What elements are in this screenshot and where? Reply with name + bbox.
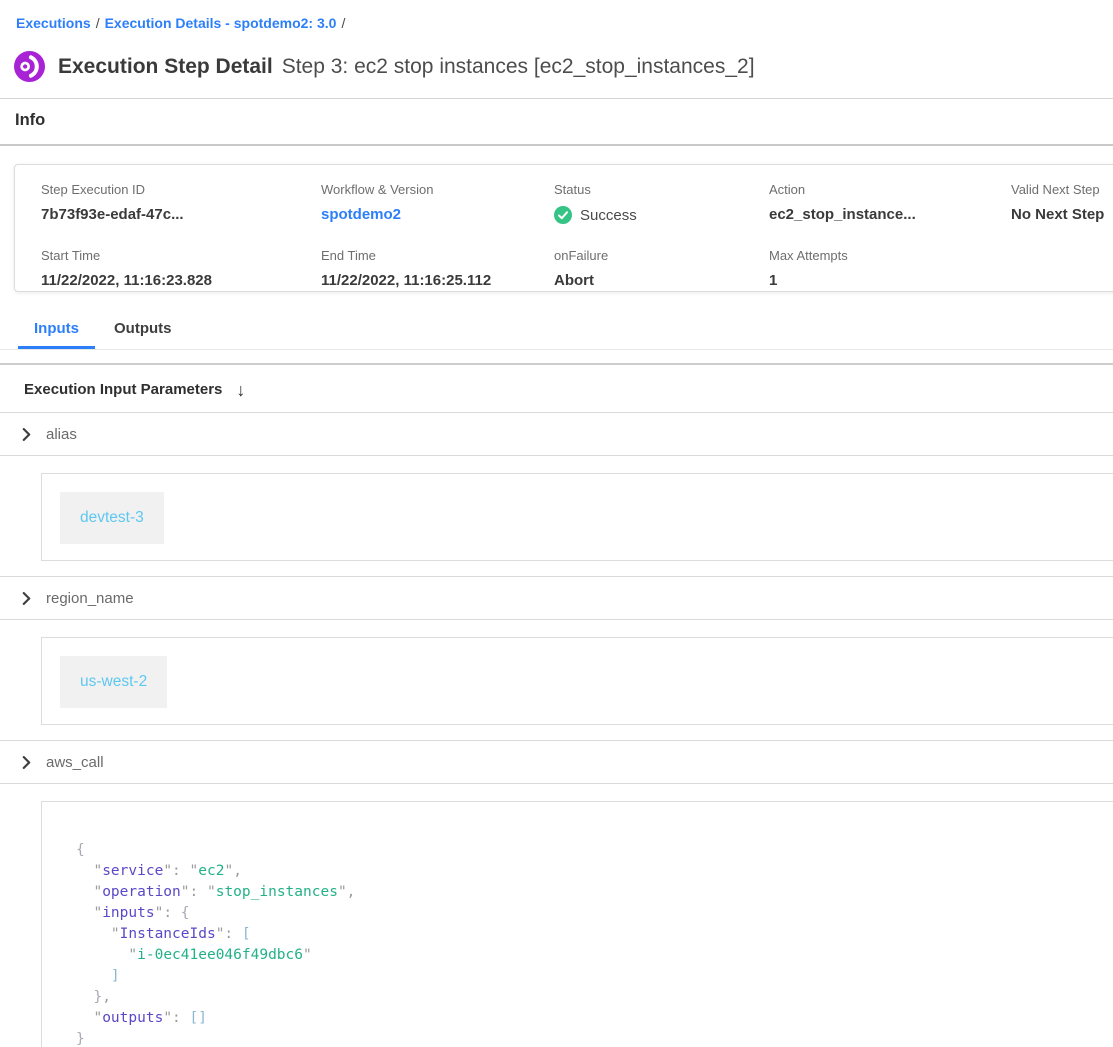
execution-step-detail-page: Executions/Execution Details - spotdemo2… (0, 0, 1113, 1047)
field-label: Action (769, 182, 1011, 197)
field-label: End Time (321, 248, 554, 263)
breadcrumb: Executions/Execution Details - spotdemo2… (0, 0, 1113, 31)
section-toggle-region-name[interactable]: region_name (0, 577, 1113, 619)
field-value: 7b73f93e-edaf-47c... (41, 206, 321, 223)
field-label: Step Execution ID (41, 182, 321, 197)
divider (0, 98, 1113, 99)
status-badge: Success (580, 207, 637, 224)
field-value: ec2_stop_instance... (769, 206, 1011, 223)
aws-call-json-code: { "service": "ec2", "operation": "stop_i… (76, 840, 1113, 1047)
field-value: 1 (769, 272, 1011, 289)
alias-value-panel: devtest-3 (41, 473, 1113, 561)
field-end-time: End Time 11/22/2022, 11:16:25.112 (321, 248, 554, 289)
chevron-right-icon (20, 756, 33, 769)
section-name: aws_call (46, 754, 104, 771)
field-label: Status (554, 182, 769, 197)
success-check-icon (554, 206, 572, 224)
field-value: No Next Step (1011, 206, 1113, 223)
parameters-header: Execution Input Parameters ↓ (0, 365, 1113, 412)
parameters-heading: Execution Input Parameters (24, 381, 222, 398)
field-valid-next-step: Valid Next Step No Next Step (1011, 182, 1113, 224)
chevron-right-icon (20, 428, 33, 441)
field-label: Valid Next Step (1011, 182, 1113, 197)
field-onfailure: onFailure Abort (554, 248, 769, 289)
field-label: Start Time (41, 248, 321, 263)
field-value: 11/22/2022, 11:16:23.828 (41, 272, 321, 289)
step-info-card: Step Execution ID 7b73f93e-edaf-47c... W… (14, 164, 1113, 292)
page-subtitle: Step 3: ec2 stop instances [ec2_stop_ins… (282, 55, 755, 79)
download-arrow-icon[interactable]: ↓ (236, 383, 245, 397)
tab-inputs[interactable]: Inputs (18, 313, 95, 349)
field-status: Status Success (554, 182, 769, 224)
divider (0, 783, 1113, 784)
divider (0, 455, 1113, 456)
divider (0, 619, 1113, 620)
field-max-attempts: Max Attempts 1 (769, 248, 1011, 289)
breadcrumb-link-executions[interactable]: Executions (16, 15, 91, 31)
breadcrumb-separator: / (341, 15, 345, 31)
field-label: Max Attempts (769, 248, 1011, 263)
section-toggle-aws-call[interactable]: aws_call (0, 741, 1113, 783)
section-name: region_name (46, 590, 134, 607)
field-value: Abort (554, 272, 769, 289)
field-action: Action ec2_stop_instance... (769, 182, 1011, 224)
divider (0, 144, 1113, 146)
breadcrumb-link-execution-details[interactable]: Execution Details - spotdemo2: 3.0 (105, 15, 337, 31)
field-value: 11/22/2022, 11:16:25.112 (321, 272, 554, 289)
page-title: Execution Step Detail (58, 55, 273, 79)
tab-bar: Inputs Outputs (0, 313, 1113, 350)
tab-outputs[interactable]: Outputs (98, 313, 188, 349)
field-label: onFailure (554, 248, 769, 263)
info-section-heading: Info (15, 111, 1113, 130)
section-name: alias (46, 426, 77, 443)
field-workflow-version: Workflow & Version spotdemo2 (321, 182, 554, 224)
workflow-link[interactable]: spotdemo2 (321, 206, 554, 223)
section-toggle-alias[interactable]: alias (0, 413, 1113, 455)
aws-call-code-panel: { "service": "ec2", "operation": "stop_i… (41, 801, 1113, 1047)
region-name-value-chip: us-west-2 (60, 656, 167, 708)
app-logo-icon (14, 51, 45, 82)
field-label: Workflow & Version (321, 182, 554, 197)
page-header: Execution Step Detail Step 3: ec2 stop i… (14, 51, 1113, 82)
alias-value-chip: devtest-3 (60, 492, 164, 544)
chevron-right-icon (20, 592, 33, 605)
field-start-time: Start Time 11/22/2022, 11:16:23.828 (41, 248, 321, 289)
breadcrumb-separator: / (96, 15, 100, 31)
field-step-execution-id: Step Execution ID 7b73f93e-edaf-47c... (41, 182, 321, 224)
region-name-value-panel: us-west-2 (41, 637, 1113, 725)
